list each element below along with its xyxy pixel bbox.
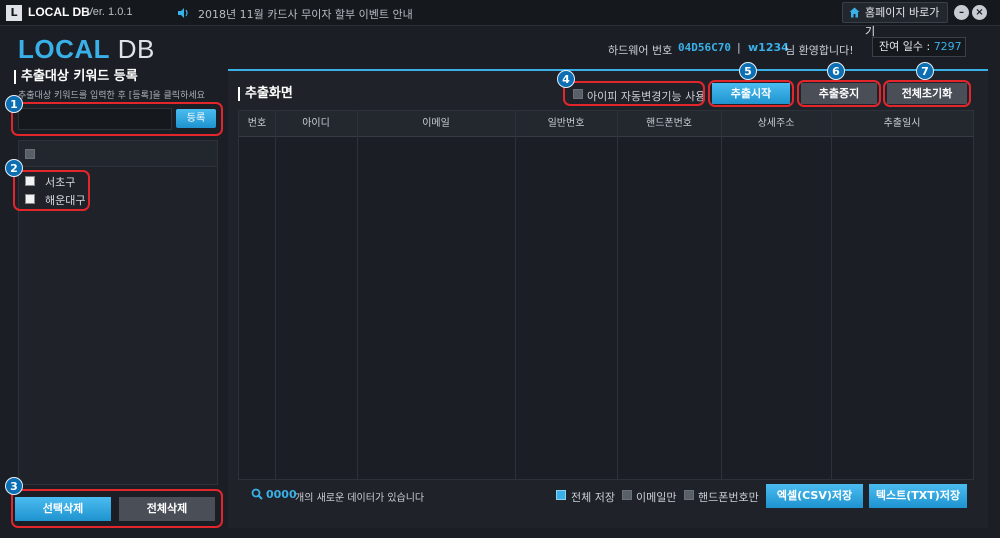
panel-accent-line	[228, 69, 988, 71]
remaining-days-box: 잔여 일수 : 7297	[872, 37, 966, 57]
home-icon	[849, 7, 860, 18]
annotation-box-2	[13, 170, 90, 211]
annotation-box-7	[883, 80, 971, 107]
close-button[interactable]: ×	[972, 5, 987, 20]
annotation-badge-4: 4	[557, 70, 575, 88]
select-all-checkbox[interactable]	[25, 149, 35, 159]
remaining-days-label: 잔여 일수 :	[879, 40, 934, 53]
email-only-label: 이메일만	[636, 491, 677, 504]
keyword-section-title: 추출대상 키워드 등록	[14, 70, 138, 84]
column-divider	[515, 111, 516, 479]
email-only-checkbox[interactable]	[622, 490, 632, 500]
column-header[interactable]: 상세주소	[721, 111, 831, 137]
column-header[interactable]: 추출일시	[831, 111, 973, 137]
keyword-help-text: 추출대상 키워드를 입력한 후 [등록]을 클릭하세요	[18, 91, 205, 101]
new-data-count: 0000	[266, 488, 297, 501]
column-header[interactable]: 일반번호	[515, 111, 617, 137]
annotation-box-1	[11, 102, 223, 136]
minimize-button[interactable]: –	[954, 5, 969, 20]
keyword-list-header	[19, 141, 217, 167]
app-version: Ver. 1.0.1	[86, 6, 133, 18]
homepage-button-label: 홈페이지 바로가기	[865, 6, 940, 38]
annotation-badge-7: 7	[916, 62, 934, 80]
homepage-button[interactable]: 홈페이지 바로가기	[842, 2, 948, 38]
annotation-box-4	[563, 81, 705, 106]
notice-link[interactable]: 2018년 11월 카드사 무이자 할부 이벤트 안내	[198, 6, 413, 22]
brand-db: DB	[110, 34, 155, 64]
header-separator: |	[737, 41, 741, 54]
hardware-number-value: 04D56C70	[678, 41, 731, 54]
extraction-title: 추출화면	[238, 87, 293, 101]
column-header[interactable]: 이메일	[357, 111, 515, 137]
app-title: LOCAL DB	[28, 5, 90, 19]
phone-only-checkbox[interactable]	[684, 490, 694, 500]
column-header[interactable]: 아이디	[275, 111, 357, 137]
app-logo-icon: L	[6, 5, 22, 21]
search-icon	[251, 488, 263, 500]
column-divider	[721, 111, 722, 479]
user-id: w1234	[748, 41, 789, 54]
save-all-label: 전체 저장	[571, 491, 615, 504]
annotation-badge-5: 5	[739, 62, 757, 80]
annotation-box-3	[11, 489, 223, 528]
results-table: 번호 아이디 이메일 일반번호 핸드폰번호 상세주소 추출일시	[238, 110, 974, 480]
brand-logo: LOCAL DB	[18, 34, 155, 65]
results-table-header: 번호 아이디 이메일 일반번호 핸드폰번호 상세주소 추출일시	[239, 111, 973, 137]
annotation-box-6	[797, 80, 881, 107]
welcome-text: 님 환영합니다!	[785, 44, 854, 57]
remaining-days-value: 7297	[933, 40, 962, 53]
column-divider	[831, 111, 832, 479]
annotation-badge-3: 3	[5, 477, 23, 495]
column-header[interactable]: 핸드폰번호	[617, 111, 721, 137]
phone-only-label: 핸드폰번호만	[698, 491, 759, 504]
save-txt-button[interactable]: 텍스트(TXT)저장	[869, 484, 967, 508]
annotation-badge-1: 1	[5, 95, 23, 113]
brand-local: LOCAL	[18, 34, 111, 64]
save-all-checkbox[interactable]	[556, 490, 566, 500]
column-divider	[275, 111, 276, 479]
column-divider	[357, 111, 358, 479]
annotation-badge-2: 2	[5, 159, 23, 177]
column-divider	[617, 111, 618, 479]
annotation-box-5	[708, 80, 794, 107]
save-csv-button[interactable]: 엑셀(CSV)저장	[766, 484, 863, 508]
annotation-badge-6: 6	[827, 62, 845, 80]
new-data-text: 개의 새로운 데이터가 있습니다	[295, 493, 425, 504]
speaker-icon	[178, 8, 188, 18]
hardware-number-label: 하드웨어 번호	[608, 44, 673, 57]
column-header[interactable]: 번호	[239, 111, 275, 137]
